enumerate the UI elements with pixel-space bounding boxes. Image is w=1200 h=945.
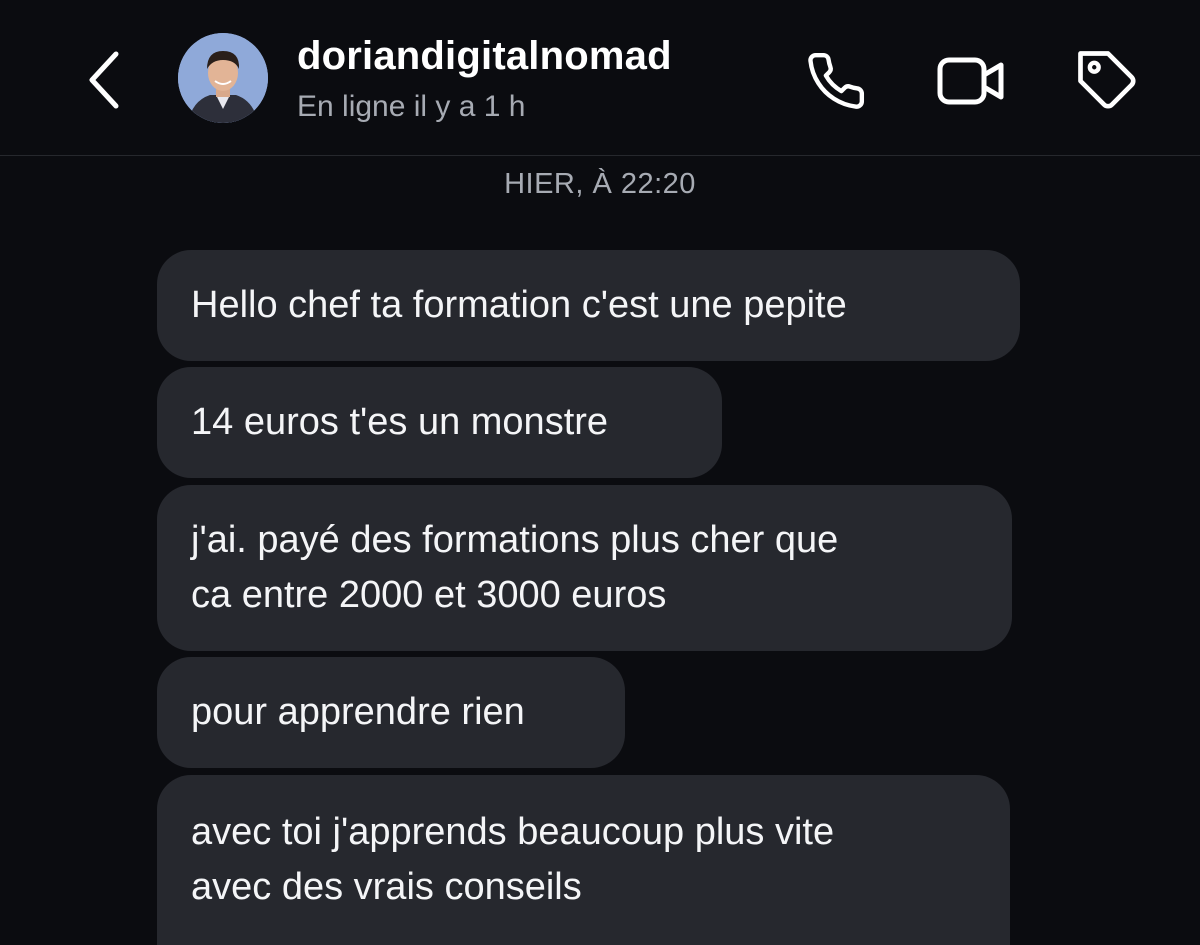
message-text: ca entre 2000 et 3000 euros: [191, 574, 667, 616]
back-button[interactable]: [74, 40, 134, 120]
video-call-button[interactable]: [935, 45, 1007, 117]
message-bubble[interactable]: Hello chef ta formation c'est une pepite: [157, 250, 1020, 361]
message-text: avec des vrais conseils: [191, 866, 582, 908]
message-text: 14 euros t'es un monstre: [191, 401, 609, 443]
tag-button[interactable]: [1072, 45, 1144, 117]
message-text: avec toi j'apprends beaucoup plus vite: [191, 811, 835, 853]
message-text: pour apprendre rien: [191, 691, 525, 733]
video-camera-icon: [937, 57, 1004, 105]
phone-icon: [808, 52, 865, 109]
message-text: Hello chef ta formation c'est une pepite: [191, 284, 847, 326]
contact-username[interactable]: doriandigitalnomad: [297, 34, 672, 79]
message-bubble[interactable]: j'ai. payé des formations plus cher que …: [157, 485, 1012, 651]
online-status: En ligne il y a 1 h: [297, 90, 526, 123]
message-timestamp: HIER, À 22:20: [504, 168, 696, 200]
profile-photo: [178, 33, 268, 123]
avatar[interactable]: [178, 33, 268, 123]
chat-header: doriandigitalnomad En ligne il y a 1 h: [0, 0, 1200, 156]
message-bubble[interactable]: pour apprendre rien: [157, 657, 625, 768]
chevron-left-icon: [89, 51, 119, 109]
tag-icon: [1078, 51, 1136, 109]
message-bubble[interactable]: avec toi j'apprends beaucoup plus vite a…: [157, 775, 1010, 945]
call-button[interactable]: [800, 45, 872, 117]
message-text: j'ai. payé des formations plus cher que: [191, 519, 839, 561]
message-bubble[interactable]: 14 euros t'es un monstre: [157, 367, 722, 478]
